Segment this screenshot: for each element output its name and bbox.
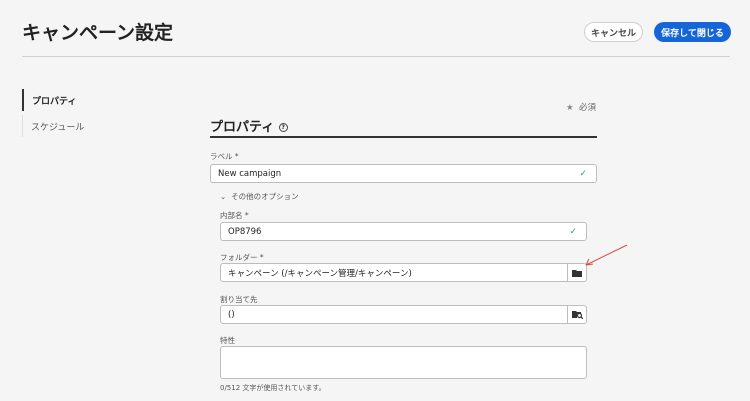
check-icon: ✓ xyxy=(579,168,587,179)
label-field-label: ラベル * xyxy=(210,152,239,161)
internal-name-label: 内部名 * xyxy=(220,211,249,220)
folder-label: フォルダー * xyxy=(220,253,264,262)
check-icon: ✓ xyxy=(569,226,577,237)
sidebar-item-properties[interactable]: プロパティ xyxy=(22,89,172,111)
character-counter: 0/512 文字が使用されています。 xyxy=(220,384,326,392)
annotation-arrow xyxy=(585,244,628,266)
folder-input[interactable]: キャンペーン (/キャンペーン管理/キャンペーン) xyxy=(220,263,587,282)
more-options-toggle[interactable]: ⌄ その他のオプション xyxy=(220,191,299,202)
sidebar-item-schedule[interactable]: スケジュール xyxy=(22,115,172,137)
assignee-label: 割り当て先 xyxy=(220,295,258,304)
help-icon[interactable]: ? xyxy=(278,123,288,132)
folder-search-icon[interactable] xyxy=(567,306,586,323)
section-title: プロパティ ? xyxy=(210,116,288,135)
save-and-close-button[interactable]: 保存して閉じる xyxy=(654,22,731,42)
required-note: ★ 必須 xyxy=(566,103,597,113)
cancel-button[interactable]: キャンセル xyxy=(584,22,643,42)
description-label: 特性 xyxy=(220,336,235,345)
header-divider xyxy=(22,56,730,57)
description-textarea[interactable] xyxy=(220,346,587,379)
label-input[interactable]: New campaign ✓ xyxy=(210,164,597,183)
chevron-down-icon: ⌄ xyxy=(220,192,227,201)
assignee-input[interactable]: () xyxy=(220,305,587,324)
internal-name-input[interactable]: OP8796 ✓ xyxy=(220,222,587,241)
section-divider xyxy=(210,136,597,138)
asterisk-icon: ★ xyxy=(566,103,574,113)
page-title: キャンペーン設定 xyxy=(22,22,174,44)
